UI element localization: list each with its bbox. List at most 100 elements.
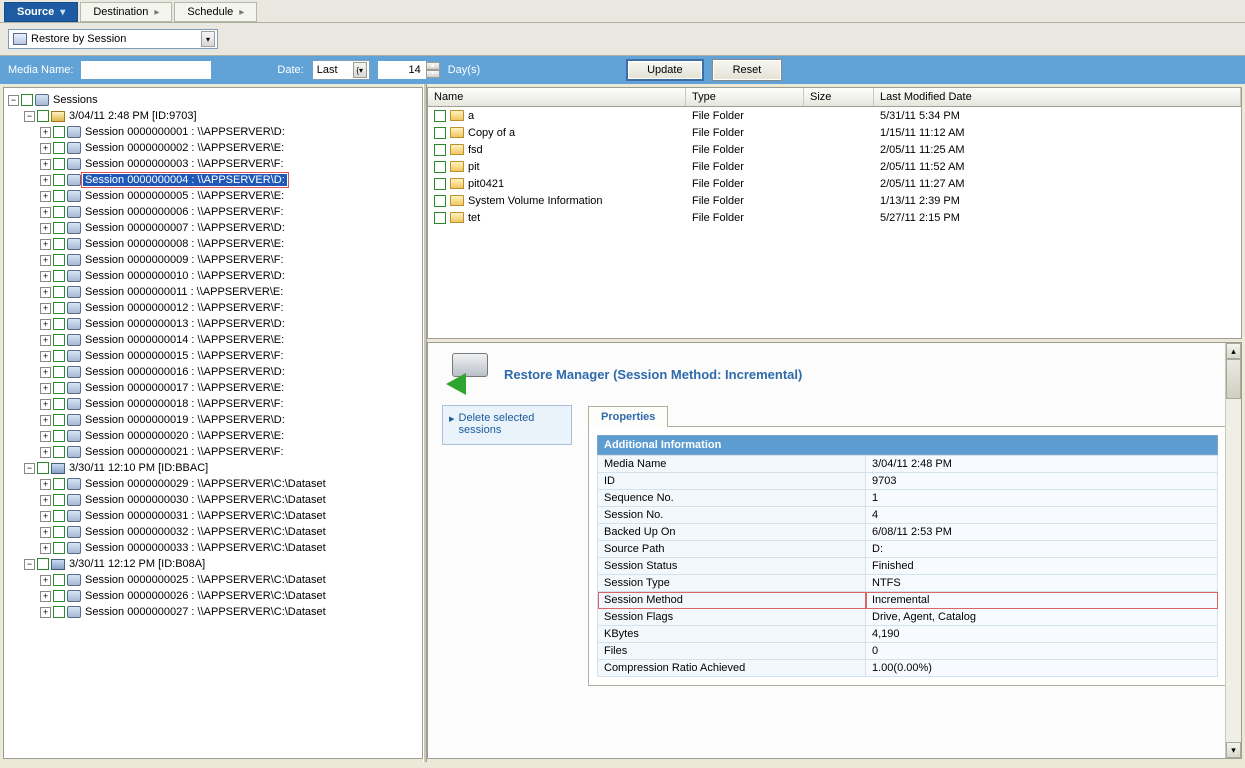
tree-node[interactable]: + Session 0000000003 : \\APPSERVER\F: [6,156,420,172]
expander-icon[interactable]: + [40,271,51,282]
checkbox-icon[interactable] [53,414,65,426]
checkbox-icon[interactable] [37,462,49,474]
checkbox-icon[interactable] [53,126,65,138]
checkbox-icon[interactable] [53,334,65,346]
spin-up-icon[interactable]: ▴ [426,62,440,70]
expander-icon[interactable]: + [40,303,51,314]
file-row[interactable]: Copy of a File Folder 1/15/11 11:12 AM [428,124,1241,141]
expander-icon[interactable]: + [40,543,51,554]
checkbox-icon[interactable] [53,446,65,458]
checkbox-icon[interactable] [21,94,33,106]
tree-node[interactable]: + Session 0000000006 : \\APPSERVER\F: [6,204,420,220]
update-button[interactable]: Update [626,59,703,81]
media-name-input[interactable] [81,61,211,79]
reset-button[interactable]: Reset [712,59,783,81]
checkbox-icon[interactable] [53,430,65,442]
file-row[interactable]: tet File Folder 5/27/11 2:15 PM [428,209,1241,226]
checkbox-icon[interactable] [434,212,446,224]
col-type[interactable]: Type [686,88,804,106]
checkbox-icon[interactable] [53,366,65,378]
days-spinner[interactable]: ▴ ▾ [378,61,440,79]
expander-icon[interactable]: + [40,287,51,298]
file-row[interactable]: pit0421 File Folder 2/05/11 11:27 AM [428,175,1241,192]
checkbox-icon[interactable] [53,478,65,490]
expander-icon[interactable]: + [40,335,51,346]
checkbox-icon[interactable] [53,238,65,250]
tree-node[interactable]: + Session 0000000032 : \\APPSERVER\C:\Da… [6,524,420,540]
tab-destination[interactable]: Destination▸ [80,2,172,22]
tree-node[interactable]: − Sessions [6,92,420,108]
tree-node[interactable]: + Session 0000000021 : \\APPSERVER\F: [6,444,420,460]
tree-node[interactable]: + Session 0000000007 : \\APPSERVER\D: [6,220,420,236]
expander-icon[interactable]: + [40,175,51,186]
expander-icon[interactable]: + [40,527,51,538]
checkbox-icon[interactable] [53,286,65,298]
file-row[interactable]: pit File Folder 2/05/11 11:52 AM [428,158,1241,175]
checkbox-icon[interactable] [53,206,65,218]
file-row[interactable]: fsd File Folder 2/05/11 11:25 AM [428,141,1241,158]
tree-node[interactable]: − 3/30/11 12:12 PM [ID:B08A] [6,556,420,572]
checkbox-icon[interactable] [53,590,65,602]
checkbox-icon[interactable] [53,494,65,506]
tree-node[interactable]: + Session 0000000014 : \\APPSERVER\E: [6,332,420,348]
file-row[interactable]: a File Folder 5/31/11 5:34 PM [428,107,1241,124]
expander-icon[interactable]: + [40,591,51,602]
tree-node[interactable]: + Session 0000000031 : \\APPSERVER\C:\Da… [6,508,420,524]
expander-icon[interactable]: + [40,159,51,170]
tree-node[interactable]: + Session 0000000017 : \\APPSERVER\E: [6,380,420,396]
checkbox-icon[interactable] [434,178,446,190]
properties-tab[interactable]: Properties [588,406,668,427]
checkbox-icon[interactable] [53,526,65,538]
tree-node[interactable]: + Session 0000000012 : \\APPSERVER\F: [6,300,420,316]
restore-mode-dropdown[interactable]: Restore by Session ▾ [8,29,218,49]
checkbox-icon[interactable] [53,350,65,362]
tree-node[interactable]: + Session 0000000009 : \\APPSERVER\F: [6,252,420,268]
expander-icon[interactable]: + [40,607,51,618]
spin-down-icon[interactable]: ▾ [426,70,440,78]
expander-icon[interactable]: − [8,95,19,106]
tab-source[interactable]: Source▾ [4,2,78,22]
tree-node[interactable]: + Session 0000000027 : \\APPSERVER\C:\Da… [6,604,420,620]
checkbox-icon[interactable] [53,574,65,586]
expander-icon[interactable]: − [24,111,35,122]
expander-icon[interactable]: + [40,367,51,378]
checkbox-icon[interactable] [53,222,65,234]
tree-node[interactable]: + Session 0000000011 : \\APPSERVER\E: [6,284,420,300]
date-dropdown[interactable]: Last {▾ [312,60,370,80]
scroll-down-icon[interactable]: ▾ [1226,742,1241,758]
expander-icon[interactable]: + [40,207,51,218]
tree-node[interactable]: + Session 0000000010 : \\APPSERVER\D: [6,268,420,284]
expander-icon[interactable]: + [40,431,51,442]
expander-icon[interactable]: + [40,255,51,266]
checkbox-icon[interactable] [53,190,65,202]
delete-sessions-link[interactable]: ▸ Delete selected sessions [449,412,565,436]
expander-icon[interactable]: + [40,415,51,426]
tree-node[interactable]: − 3/04/11 2:48 PM [ID:9703] [6,108,420,124]
expander-icon[interactable]: + [40,511,51,522]
tree-node[interactable]: + Session 0000000013 : \\APPSERVER\D: [6,316,420,332]
tree-node[interactable]: − 3/30/11 12:10 PM [ID:BBAC] [6,460,420,476]
tree-node[interactable]: + Session 0000000029 : \\APPSERVER\C:\Da… [6,476,420,492]
tree-node[interactable]: + Session 0000000018 : \\APPSERVER\F: [6,396,420,412]
checkbox-icon[interactable] [53,158,65,170]
chevron-down-icon[interactable]: ▾ [201,31,215,47]
tree-node[interactable]: + Session 0000000025 : \\APPSERVER\C:\Da… [6,572,420,588]
tree-node[interactable]: + Session 0000000026 : \\APPSERVER\C:\Da… [6,588,420,604]
expander-icon[interactable]: − [24,463,35,474]
expander-icon[interactable]: + [40,239,51,250]
col-size[interactable]: Size [804,88,874,106]
expander-icon[interactable]: + [40,127,51,138]
tree-node[interactable]: + Session 0000000020 : \\APPSERVER\E: [6,428,420,444]
checkbox-icon[interactable] [53,302,65,314]
expander-icon[interactable]: + [40,351,51,362]
checkbox-icon[interactable] [37,558,49,570]
tree-node[interactable]: + Session 0000000019 : \\APPSERVER\D: [6,412,420,428]
expander-icon[interactable]: + [40,447,51,458]
expander-icon[interactable]: + [40,319,51,330]
expander-icon[interactable]: + [40,495,51,506]
expander-icon[interactable]: − [24,559,35,570]
checkbox-icon[interactable] [53,606,65,618]
tree-node[interactable]: + Session 0000000030 : \\APPSERVER\C:\Da… [6,492,420,508]
col-name[interactable]: Name [428,88,686,106]
checkbox-icon[interactable] [434,144,446,156]
